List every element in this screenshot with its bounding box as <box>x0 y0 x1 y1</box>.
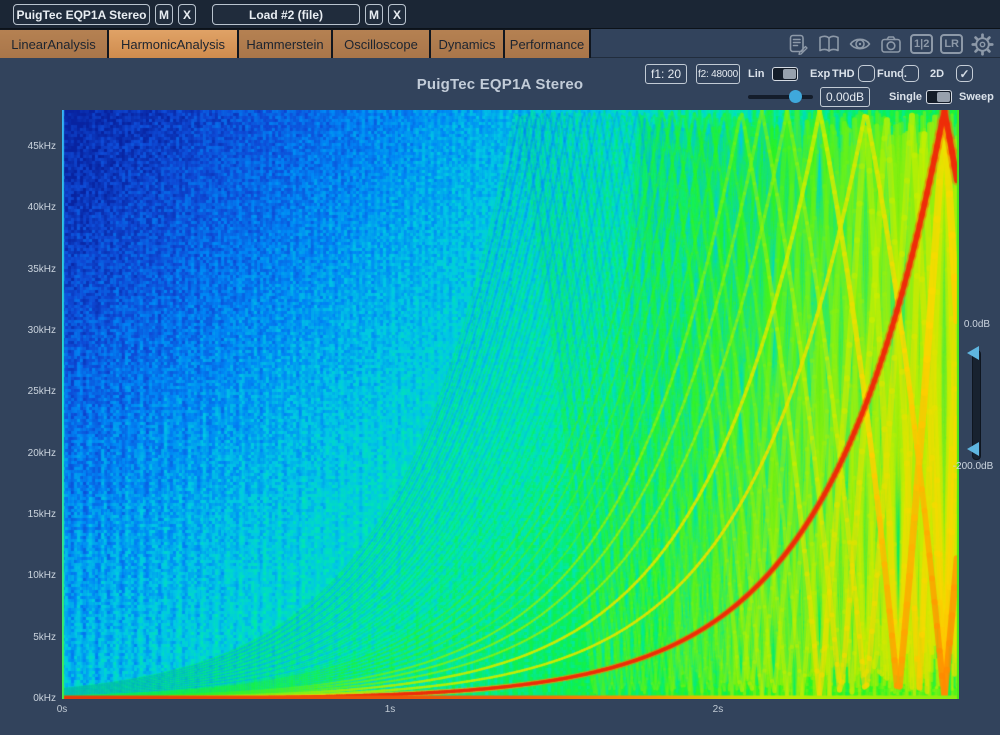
plugin-slot2-load-button[interactable]: Load #2 (file) <box>212 4 360 25</box>
2d-label: 2D <box>930 68 944 80</box>
level-bottom-handle[interactable] <box>967 442 979 456</box>
y-tick-label: 45kHz <box>0 141 56 152</box>
exp-label: Exp <box>810 68 830 80</box>
plugin-slot1-mute-button[interactable]: M <box>155 4 173 25</box>
thd-checkbox[interactable] <box>858 65 875 82</box>
plugin-slot1-button[interactable]: PuigTec EQP1A Stereo <box>13 4 150 25</box>
thd-label: THD <box>832 68 855 80</box>
plugin-slot2-close-button[interactable]: X <box>388 4 406 25</box>
level-max-label: 0.0dB <box>953 319 1000 330</box>
channel-lr-icon[interactable]: LR <box>940 34 963 54</box>
notes-icon[interactable] <box>786 33 810 56</box>
tab-performance[interactable]: Performance <box>505 30 589 58</box>
y-tick-label: 15kHz <box>0 509 56 520</box>
sweep-label: Sweep <box>959 91 994 103</box>
lin-label: Lin <box>748 68 765 80</box>
plugin-slot2-mute-button[interactable]: M <box>365 4 383 25</box>
f2-value-box[interactable]: f2: 48000 <box>696 64 740 84</box>
level-min-label: -200.0dB <box>944 461 1000 472</box>
y-tick-label: 5kHz <box>0 632 56 643</box>
plugin-slot1-close-button[interactable]: X <box>178 4 196 25</box>
y-tick-label: 40kHz <box>0 202 56 213</box>
fund-checkbox[interactable] <box>902 65 919 82</box>
tab-oscilloscope[interactable]: Oscilloscope <box>333 30 429 58</box>
tab-bar: LinearAnalysisHarmonicAnalysisHammerstei… <box>0 29 1000 58</box>
gain-slider-thumb[interactable] <box>789 90 802 103</box>
level-top-handle[interactable] <box>967 346 979 360</box>
lin-exp-toggle[interactable] <box>772 67 798 81</box>
toolbar-icons: 1|2 LR <box>786 32 994 56</box>
x-tick-label: 0s <box>32 704 92 715</box>
tab-hammerstein[interactable]: Hammerstein <box>239 30 331 58</box>
gain-slider-track <box>748 95 813 99</box>
y-tick-label: 10kHz <box>0 570 56 581</box>
tab-linearanalysis[interactable]: LinearAnalysis <box>0 30 107 58</box>
y-tick-label: 30kHz <box>0 325 56 336</box>
checkmark-icon: ✓ <box>959 67 969 81</box>
2d-checkbox[interactable]: ✓ <box>956 65 973 82</box>
app-window: PuigTec EQP1A Stereo M X Load #2 (file) … <box>0 0 1000 735</box>
toggle-knob <box>783 69 796 79</box>
screenshot-camera-icon[interactable] <box>879 33 903 56</box>
x-tick-label: 2s <box>688 704 748 715</box>
settings-gear-icon[interactable] <box>970 33 994 56</box>
spectrogram-plot <box>62 110 959 699</box>
tab-harmonicanalysis[interactable]: HarmonicAnalysis <box>109 30 237 58</box>
y-tick-label: 35kHz <box>0 264 56 275</box>
y-tick-label: 25kHz <box>0 386 56 397</box>
gain-slider[interactable] <box>748 94 813 100</box>
analysis-tabs: LinearAnalysisHarmonicAnalysisHammerstei… <box>0 29 591 58</box>
single-label: Single <box>889 91 922 103</box>
tab-dynamics[interactable]: Dynamics <box>431 30 503 58</box>
manual-book-icon[interactable] <box>817 33 841 56</box>
y-tick-label: 20kHz <box>0 448 56 459</box>
harmonic-analysis-panel: PuigTec EQP1A Stereo f1: 20 f2: 48000 Li… <box>0 58 1000 735</box>
y-tick-label: 0kHz <box>0 693 56 704</box>
toggle-knob <box>937 92 950 102</box>
eye-icon[interactable] <box>848 33 872 56</box>
gain-value-box[interactable]: 0.00dB <box>820 87 870 107</box>
titlebar: PuigTec EQP1A Stereo M X Load #2 (file) … <box>0 0 1000 29</box>
x-tick-label: 1s <box>360 704 420 715</box>
f1-value-box[interactable]: f1: 20 <box>645 64 687 84</box>
single-sweep-toggle[interactable] <box>926 90 952 104</box>
compare-1-2-icon[interactable]: 1|2 <box>910 34 933 54</box>
